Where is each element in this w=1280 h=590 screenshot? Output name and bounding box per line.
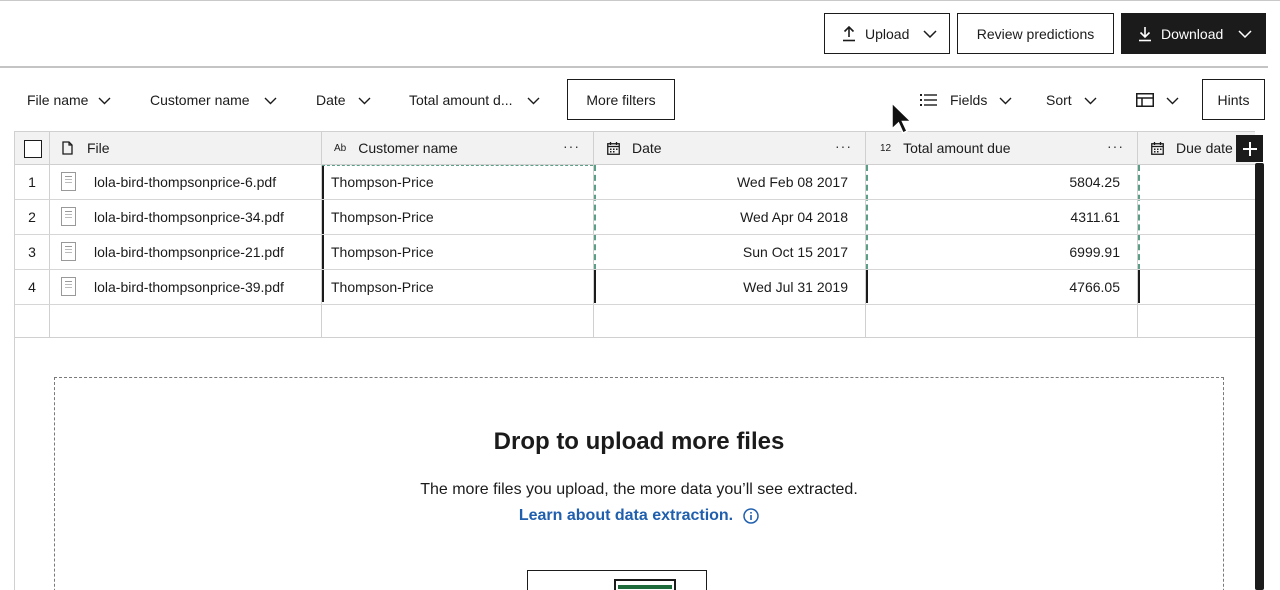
upload-illustration [527, 570, 707, 590]
column-file[interactable]: File [62, 132, 110, 164]
chevron-down-icon [1084, 92, 1097, 108]
calendar-icon [1151, 141, 1164, 155]
fields-label: Fields [950, 92, 988, 108]
learn-link-label: Learn about data extraction. [518, 507, 734, 524]
more-filters-label: More filters [586, 91, 656, 108]
column-due-date[interactable]: Due date [1151, 132, 1233, 164]
table-row-empty[interactable] [15, 305, 1255, 337]
column-due-date-label: Due date [1176, 140, 1233, 156]
chevron-down-icon [527, 92, 540, 108]
more-filters-button[interactable]: More filters [567, 79, 675, 120]
file-name-cell[interactable]: lola-bird-thompsonprice-39.pdf [94, 270, 284, 304]
upload-dropzone[interactable]: Drop to upload more files The more files… [54, 377, 1224, 590]
date-cell[interactable]: Wed Feb 08 2017 [595, 165, 866, 199]
learn-data-extraction-link[interactable]: Learn about data extraction. [55, 507, 1223, 525]
total-amount-cell[interactable]: 5804.25 [867, 165, 1138, 199]
download-label: Download [1161, 25, 1224, 42]
file-thumbnail [61, 207, 76, 226]
table-row[interactable]: 2 lola-bird-thompsonprice-34.pdf Thompso… [15, 200, 1255, 235]
calendar-icon [607, 141, 620, 155]
filter-total-amount[interactable]: Total amount d... [409, 90, 540, 110]
hints-button[interactable]: Hints [1202, 79, 1265, 120]
file-thumbnail [61, 277, 76, 296]
chevron-down-icon [264, 92, 277, 108]
content-border [14, 338, 15, 590]
row-index: 1 [28, 174, 36, 190]
chevron-down-icon [999, 92, 1012, 108]
number-type-icon: 12 [880, 142, 892, 154]
date-cell[interactable]: Wed Apr 04 2018 [595, 200, 866, 234]
customer-name-cell[interactable]: Thompson-Price [331, 200, 434, 234]
column-date-label: Date [632, 140, 662, 156]
file-name-cell[interactable]: lola-bird-thompsonprice-34.pdf [94, 200, 284, 234]
documents-table: File Ab Customer name ··· Date ··· 12 To… [14, 131, 1255, 338]
table-row[interactable]: 1 lola-bird-thompsonprice-6.pdf Thompson… [15, 165, 1255, 200]
filter-date[interactable]: Date [316, 90, 371, 110]
column-total-menu[interactable]: ··· [1107, 138, 1124, 154]
download-button[interactable]: Download [1121, 13, 1266, 54]
date-cell[interactable]: Sun Oct 15 2017 [595, 235, 866, 269]
customer-name-cell[interactable]: Thompson-Price [331, 165, 434, 199]
column-date-menu[interactable]: ··· [835, 138, 852, 154]
info-icon [743, 508, 759, 524]
file-thumbnail [61, 242, 76, 261]
upload-label: Upload [865, 25, 910, 42]
toolbar-divider [0, 66, 1268, 68]
vertical-scrollbar[interactable] [1255, 163, 1264, 590]
total-amount-cell[interactable]: 4766.05 [867, 270, 1138, 304]
column-total-amount-label: Total amount due [903, 140, 1011, 156]
table-row[interactable]: 4 lola-bird-thompsonprice-39.pdf Thompso… [15, 270, 1255, 305]
column-file-label: File [87, 140, 110, 156]
filter-file-name[interactable]: File name [27, 90, 111, 110]
file-name-cell[interactable]: lola-bird-thompsonprice-6.pdf [94, 165, 276, 199]
table-header: File Ab Customer name ··· Date ··· 12 To… [15, 132, 1255, 165]
table-view-icon [1136, 93, 1154, 107]
top-border [0, 0, 1280, 1]
total-amount-cell[interactable]: 6999.91 [867, 235, 1138, 269]
chevron-down-icon [923, 29, 937, 38]
row-index: 4 [28, 279, 36, 295]
customer-name-cell[interactable]: Thompson-Price [331, 235, 434, 269]
review-predictions-label: Review predictions [976, 25, 1095, 42]
file-icon [62, 141, 73, 155]
column-customer-menu[interactable]: ··· [563, 138, 580, 154]
hints-label: Hints [1217, 91, 1250, 108]
date-cell[interactable]: Wed Jul 31 2019 [595, 270, 866, 304]
chevron-down-icon [1166, 92, 1179, 108]
dropzone-description: The more files you upload, the more data… [420, 481, 858, 498]
file-name-cell[interactable]: lola-bird-thompsonprice-21.pdf [94, 235, 284, 269]
customer-name-cell[interactable]: Thompson-Price [331, 270, 434, 304]
row-index: 2 [28, 209, 36, 225]
chevron-down-icon [1238, 29, 1252, 38]
chevron-down-icon [98, 92, 111, 108]
cursor-icon [890, 101, 914, 140]
view-dropdown[interactable] [1136, 90, 1179, 110]
column-customer-name-label: Customer name [358, 140, 458, 156]
table-row[interactable]: 3 lola-bird-thompsonprice-21.pdf Thompso… [15, 235, 1255, 270]
select-all-checkbox[interactable] [24, 140, 42, 158]
filter-customer-name-label: Customer name [150, 92, 250, 108]
dropzone-title: Drop to upload more files [493, 428, 785, 455]
plus-icon [1242, 141, 1257, 156]
total-amount-cell[interactable]: 4311.61 [867, 200, 1138, 234]
chevron-down-icon [358, 92, 371, 108]
filter-customer-name[interactable]: Customer name [150, 90, 277, 110]
column-customer-name[interactable]: Ab Customer name [334, 132, 458, 164]
filter-file-name-label: File name [27, 92, 89, 108]
filter-total-amount-label: Total amount d... [409, 92, 513, 108]
download-icon [1138, 26, 1152, 42]
review-predictions-button[interactable]: Review predictions [957, 13, 1114, 54]
sort-dropdown[interactable]: Sort [1046, 90, 1097, 110]
sort-label: Sort [1046, 92, 1072, 108]
text-type-icon: Ab [334, 142, 347, 154]
upload-icon [842, 25, 856, 42]
column-date[interactable]: Date [607, 132, 662, 164]
list-icon [920, 93, 937, 107]
add-column-button[interactable] [1236, 135, 1263, 162]
file-thumbnail [61, 172, 76, 191]
row-index: 3 [28, 244, 36, 260]
upload-button[interactable]: Upload [824, 13, 950, 54]
fields-dropdown[interactable]: Fields [920, 90, 1012, 110]
filter-date-label: Date [316, 92, 346, 108]
